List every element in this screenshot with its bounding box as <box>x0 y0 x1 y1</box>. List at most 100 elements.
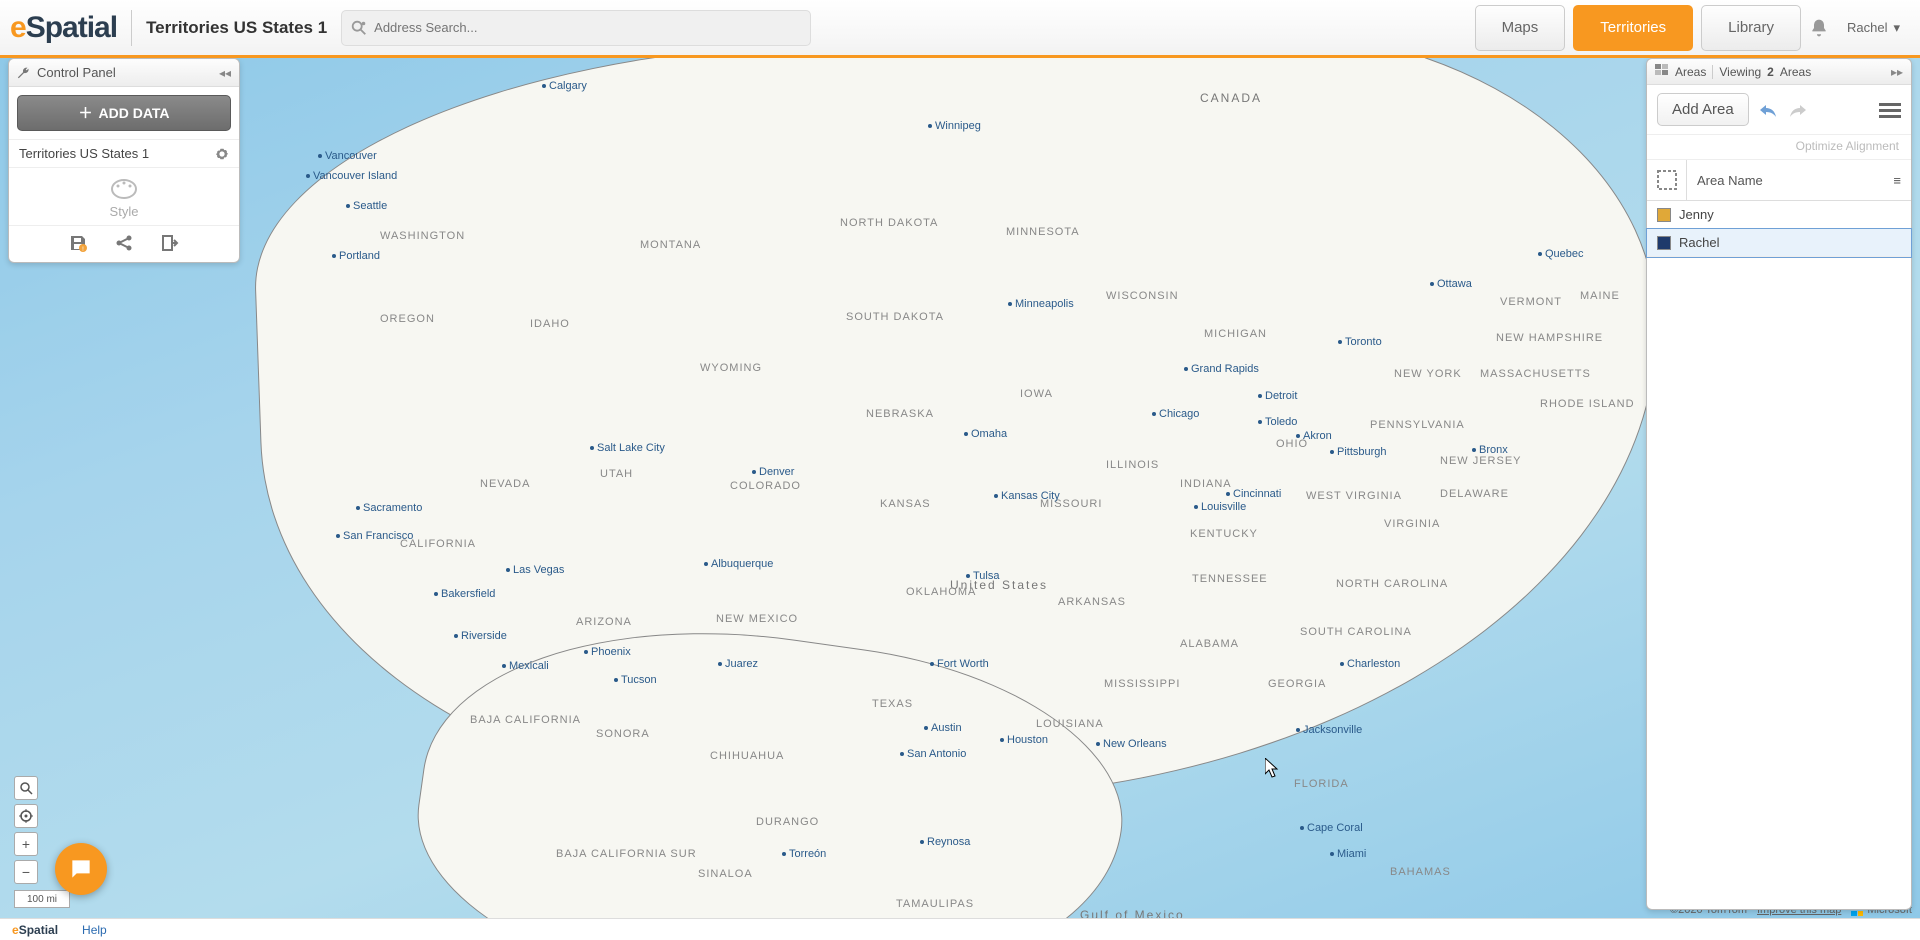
city-label: Riverside <box>454 630 507 642</box>
undo-icon[interactable] <box>1757 101 1779 119</box>
state-label: KENTUCKY <box>1190 528 1258 540</box>
add-data-label: ADD DATA <box>98 105 169 121</box>
state-label: OKLAHOMA <box>906 586 976 598</box>
header-right: Maps Territories Library Rachel ▾ <box>1475 5 1910 51</box>
state-label: FLORIDA <box>1294 778 1349 790</box>
state-label: NEW HAMPSHIRE <box>1496 332 1603 344</box>
city-label: Houston <box>1000 734 1048 746</box>
city-label: Miami <box>1330 848 1366 860</box>
city-label: Toledo <box>1258 416 1297 428</box>
share-icon[interactable] <box>115 234 133 252</box>
plus-icon: ＋ <box>78 103 92 123</box>
state-label: RHODE ISLAND <box>1540 398 1635 410</box>
chat-button[interactable] <box>55 843 107 895</box>
state-label: KANSAS <box>880 498 931 510</box>
optimize-alignment-link[interactable]: Optimize Alignment <box>1647 135 1911 160</box>
select-tool-icon[interactable] <box>1647 160 1687 200</box>
nav-library[interactable]: Library <box>1701 5 1801 51</box>
area-swatch <box>1657 236 1671 250</box>
area-name-column-header[interactable]: Area Name ≡ <box>1687 163 1911 198</box>
state-label: NEBRASKA <box>866 408 934 420</box>
city-label: Vancouver <box>318 150 377 162</box>
city-label: Sacramento <box>356 502 422 514</box>
redo-icon[interactable] <box>1787 101 1809 119</box>
area-row[interactable]: Rachel <box>1647 229 1911 257</box>
pin-search-icon <box>350 19 368 37</box>
city-label: Calgary <box>542 80 587 92</box>
state-label: VIRGINIA <box>1384 518 1440 530</box>
add-area-button[interactable]: Add Area <box>1657 93 1749 126</box>
chevron-down-icon: ▾ <box>1893 20 1900 36</box>
city-label: Fort Worth <box>930 658 989 670</box>
zoom-in-button[interactable]: + <box>14 832 38 856</box>
help-link[interactable]: Help <box>82 923 107 937</box>
areas-panel: Areas Viewing 2 Areas ▸▸ Add Area Optimi… <box>1646 58 1912 910</box>
user-menu[interactable]: Rachel ▾ <box>1837 14 1910 42</box>
hamburger-menu-icon[interactable] <box>1879 101 1901 119</box>
state-label: VERMONT <box>1500 296 1562 308</box>
notifications-icon[interactable] <box>1809 17 1829 39</box>
control-panel-footer: ! <box>9 225 239 262</box>
export-icon[interactable] <box>161 234 179 252</box>
state-label: WYOMING <box>700 362 762 374</box>
state-label: GEORGIA <box>1268 678 1326 690</box>
area-name: Rachel <box>1679 235 1719 250</box>
logo[interactable]: eSpatial <box>10 11 117 45</box>
city-label: Detroit <box>1258 390 1297 402</box>
address-search[interactable] <box>341 10 811 46</box>
state-label: NORTH CAROLINA <box>1336 578 1448 590</box>
city-label: Winnipeg <box>928 120 981 132</box>
state-label: SINALOA <box>698 868 753 880</box>
city-label: Seattle <box>346 200 387 212</box>
state-label: PENNSYLVANIA <box>1370 419 1465 431</box>
state-label: TENNESSEE <box>1192 573 1268 585</box>
state-label: CHIHUAHUA <box>710 750 784 762</box>
layer-row[interactable]: Territories US States 1 <box>9 139 239 167</box>
city-label: Tulsa <box>966 570 1000 582</box>
area-row[interactable]: Jenny <box>1647 201 1911 229</box>
column-menu-icon[interactable]: ≡ <box>1893 173 1901 188</box>
city-label: Toronto <box>1338 336 1382 348</box>
zoom-out-button[interactable]: − <box>14 860 38 884</box>
collapse-panel-icon[interactable]: ◂◂ <box>219 66 231 80</box>
city-label: San Antonio <box>900 748 966 760</box>
city-label: New Orleans <box>1096 738 1167 750</box>
footer-brand[interactable]: eSpatial <box>12 923 58 937</box>
area-name: Jenny <box>1679 207 1714 222</box>
control-panel-header: Control Panel ◂◂ <box>9 59 239 87</box>
locate-icon[interactable] <box>14 804 38 828</box>
city-label: Salt Lake City <box>590 442 665 454</box>
city-label: Bronx <box>1472 444 1508 456</box>
style-block[interactable]: Style <box>9 167 239 225</box>
city-label: Las Vegas <box>506 564 564 576</box>
city-label: Cape Coral <box>1300 822 1363 834</box>
style-label: Style <box>9 204 239 219</box>
areas-panel-header: Areas Viewing 2 Areas ▸▸ <box>1647 59 1911 85</box>
state-label: ILLINOIS <box>1106 459 1159 471</box>
add-data-button[interactable]: ＋ ADD DATA <box>17 95 231 131</box>
city-label: Louisville <box>1194 501 1246 513</box>
state-label: NEW YORK <box>1394 368 1462 380</box>
save-icon[interactable]: ! <box>69 234 87 252</box>
areas-tab-label[interactable]: Areas <box>1675 65 1706 79</box>
expand-panel-icon[interactable]: ▸▸ <box>1891 65 1903 79</box>
state-label: UTAH <box>600 468 633 480</box>
city-label: Juarez <box>718 658 758 670</box>
viewing-suffix: Areas <box>1780 65 1811 79</box>
city-label: Tucson <box>614 674 657 686</box>
city-label: Minneapolis <box>1008 298 1074 310</box>
state-label: OREGON <box>380 313 435 325</box>
state-label: NEVADA <box>480 478 530 490</box>
nav-maps[interactable]: Maps <box>1475 5 1566 51</box>
area-list-header: Area Name ≡ <box>1647 160 1911 201</box>
map-canvas[interactable]: CANADAUnited StatesMexicoGulf of MexicoW… <box>0 58 1920 918</box>
zoom-rect-icon[interactable] <box>14 776 38 800</box>
gear-icon[interactable] <box>215 147 229 161</box>
state-label: MONTANA <box>640 239 701 251</box>
nav-territories[interactable]: Territories <box>1573 5 1693 51</box>
state-label: MAINE <box>1580 290 1620 302</box>
wrench-icon <box>17 66 31 80</box>
city-label: Albuquerque <box>704 558 773 570</box>
search-input[interactable] <box>374 20 802 35</box>
state-label: COLORADO <box>730 480 801 492</box>
